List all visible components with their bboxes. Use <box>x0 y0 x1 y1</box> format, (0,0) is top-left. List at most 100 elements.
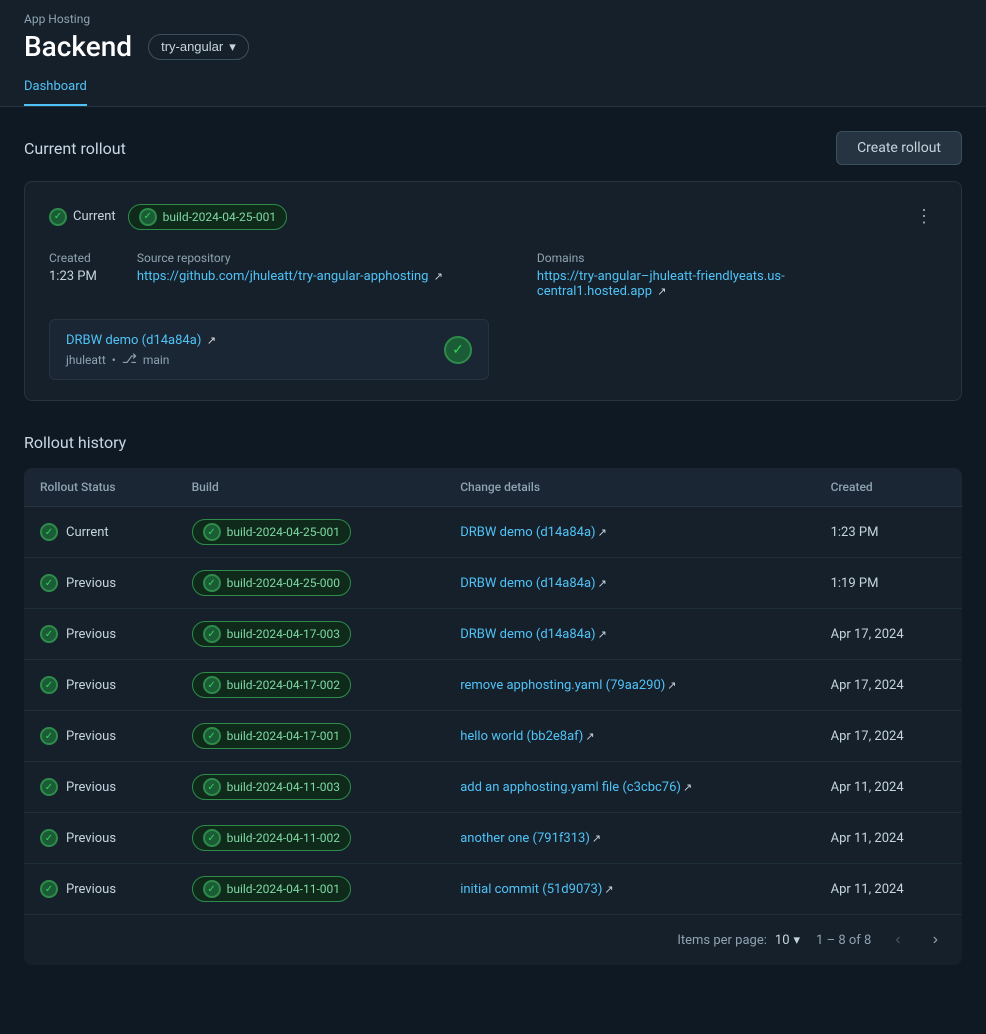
build-check-icon: ✓ <box>139 208 157 226</box>
domain-external-icon: ↗ <box>657 285 666 298</box>
row-build-badge: ✓ build-2024-04-25-001 <box>192 519 351 545</box>
pagination-next-button[interactable]: › <box>925 927 946 953</box>
overflow-menu-icon[interactable]: ⋮ <box>911 202 937 231</box>
change-link[interactable]: add an apphosting.yaml file (c3cbc76) <box>460 780 681 795</box>
row-build-badge: ✓ build-2024-04-17-003 <box>192 621 351 647</box>
change-link[interactable]: remove apphosting.yaml (79aa290) <box>460 678 665 693</box>
status-badge-cell: ✓ Previous <box>40 778 160 796</box>
change-link[interactable]: another one (791f313) <box>460 831 590 846</box>
build-cell: ✓ build-2024-04-11-001 <box>176 864 445 915</box>
row-status-label: Previous <box>66 780 116 795</box>
status-cell: ✓ Previous <box>24 558 176 609</box>
chevron-down-icon: ▾ <box>229 39 236 55</box>
row-status-check-icon: ✓ <box>40 676 58 694</box>
build-cell: ✓ build-2024-04-17-001 <box>176 711 445 762</box>
row-status-label: Previous <box>66 576 116 591</box>
row-status-label: Previous <box>66 627 116 642</box>
row-build-id: build-2024-04-17-002 <box>227 678 340 692</box>
row-build-id: build-2024-04-11-001 <box>227 882 340 896</box>
app-bar: App Hosting Backend try-angular ▾ Dashbo… <box>0 0 986 107</box>
domains-col: Domains https://try-angular–jhuleatt-fri… <box>537 251 897 299</box>
table-row: ✓ Previous ✓ build-2024-04-25-000 DRBW d… <box>24 558 962 609</box>
create-rollout-button[interactable]: Create rollout <box>836 131 962 165</box>
row-build-badge: ✓ build-2024-04-17-002 <box>192 672 351 698</box>
build-badge-cell: ✓ build-2024-04-17-001 <box>192 723 429 749</box>
change-external-icon: ↗ <box>598 577 607 590</box>
status-cell: ✓ Previous <box>24 864 176 915</box>
per-page-select[interactable]: 10 ▾ <box>775 933 800 948</box>
table-header-row: Rollout Status Build Change details Crea… <box>24 468 962 507</box>
change-cell: DRBW demo (d14a84a)↗ <box>444 558 814 609</box>
status-cell: ✓ Previous <box>24 609 176 660</box>
tabs: Dashboard <box>24 71 962 106</box>
build-cell: ✓ build-2024-04-17-002 <box>176 660 445 711</box>
created-cell: 1:23 PM <box>815 507 962 558</box>
created-cell: Apr 17, 2024 <box>815 609 962 660</box>
commit-success-icon: ✓ <box>444 336 472 364</box>
source-repo-link[interactable]: https://github.com/jhuleatt/try-angular-… <box>137 269 429 284</box>
table-header: Rollout Status Build Change details Crea… <box>24 468 962 507</box>
status-badge-cell: ✓ Previous <box>40 574 160 592</box>
created-cell: Apr 17, 2024 <box>815 711 962 762</box>
change-cell: DRBW demo (d14a84a)↗ <box>444 609 814 660</box>
change-cell: DRBW demo (d14a84a)↗ <box>444 507 814 558</box>
build-badge-cell: ✓ build-2024-04-11-001 <box>192 876 429 902</box>
tab-dashboard[interactable]: Dashboard <box>24 71 87 106</box>
build-cell: ✓ build-2024-04-11-003 <box>176 762 445 813</box>
rollout-history-table: Rollout Status Build Change details Crea… <box>24 468 962 965</box>
row-status-check-icon: ✓ <box>40 829 58 847</box>
row-status-check-icon: ✓ <box>40 778 58 796</box>
row-status-check-icon: ✓ <box>40 625 58 643</box>
items-per-page-label: Items per page: <box>677 933 767 948</box>
change-link[interactable]: DRBW demo (d14a84a) <box>460 525 595 540</box>
status-badge-cell: ✓ Previous <box>40 625 160 643</box>
row-status-check-icon: ✓ <box>40 523 58 541</box>
change-external-icon: ↗ <box>585 730 594 743</box>
row-build-id: build-2024-04-11-002 <box>227 831 340 845</box>
pagination: Items per page: 10 ▾ 1 – 8 of 8 ‹ › <box>24 914 962 965</box>
created-cell: Apr 11, 2024 <box>815 813 962 864</box>
build-badge-cell: ✓ build-2024-04-25-001 <box>192 519 429 545</box>
change-link[interactable]: DRBW demo (d14a84a) <box>460 576 595 591</box>
pagination-items-per-page: Items per page: 10 ▾ <box>677 933 800 948</box>
external-link-icon: ↗ <box>434 270 443 283</box>
row-build-check-icon: ✓ <box>203 676 221 694</box>
status-cell: ✓ Previous <box>24 762 176 813</box>
row-build-check-icon: ✓ <box>203 727 221 745</box>
col-header-status: Rollout Status <box>24 468 176 507</box>
domains-label: Domains <box>537 251 897 265</box>
change-link[interactable]: initial commit (51d9073) <box>460 882 602 897</box>
row-build-check-icon: ✓ <box>203 778 221 796</box>
commit-link[interactable]: DRBW demo (d14a84a) <box>66 333 201 348</box>
status-badge-cell: ✓ Previous <box>40 676 160 694</box>
rollout-history-title: Rollout history <box>24 433 962 452</box>
commit-external-icon: ↗ <box>207 334 216 347</box>
current-status-check-icon: ✓ <box>49 208 67 226</box>
change-external-icon: ↗ <box>667 679 676 692</box>
pagination-row: Items per page: 10 ▾ 1 – 8 of 8 ‹ › <box>24 914 962 965</box>
current-status-label: Current <box>73 209 116 224</box>
row-build-id: build-2024-04-17-003 <box>227 627 340 641</box>
status-cell: ✓ Previous <box>24 660 176 711</box>
commit-meta: jhuleatt • ⎇ main <box>66 352 216 367</box>
source-repo-value: https://github.com/jhuleatt/try-angular-… <box>137 269 497 284</box>
status-cell: ✓ Previous <box>24 813 176 864</box>
pagination-prev-button[interactable]: ‹ <box>887 927 908 953</box>
change-link[interactable]: hello world (bb2e8af) <box>460 729 583 744</box>
branch-selector[interactable]: try-angular ▾ <box>148 34 249 60</box>
table-row: ✓ Previous ✓ build-2024-04-11-001 initia… <box>24 864 962 915</box>
table-footer: Items per page: 10 ▾ 1 – 8 of 8 ‹ › <box>24 914 962 965</box>
created-label: Created <box>49 251 97 265</box>
rollout-card-header: ✓ Current ✓ build-2024-04-25-001 ⋮ <box>49 202 937 231</box>
dot-separator: • <box>112 353 116 367</box>
change-link[interactable]: DRBW demo (d14a84a) <box>460 627 595 642</box>
created-cell: Apr 11, 2024 <box>815 762 962 813</box>
change-cell: add an apphosting.yaml file (c3cbc76)↗ <box>444 762 814 813</box>
table-row: ✓ Current ✓ build-2024-04-25-001 DRBW de… <box>24 507 962 558</box>
per-page-value: 10 <box>775 933 790 948</box>
row-build-badge: ✓ build-2024-04-25-000 <box>192 570 351 596</box>
row-build-check-icon: ✓ <box>203 880 221 898</box>
table-row: ✓ Previous ✓ build-2024-04-11-003 add an… <box>24 762 962 813</box>
domains-value: https://try-angular–jhuleatt-friendlyeat… <box>537 269 897 299</box>
created-col: Created 1:23 PM <box>49 251 97 299</box>
